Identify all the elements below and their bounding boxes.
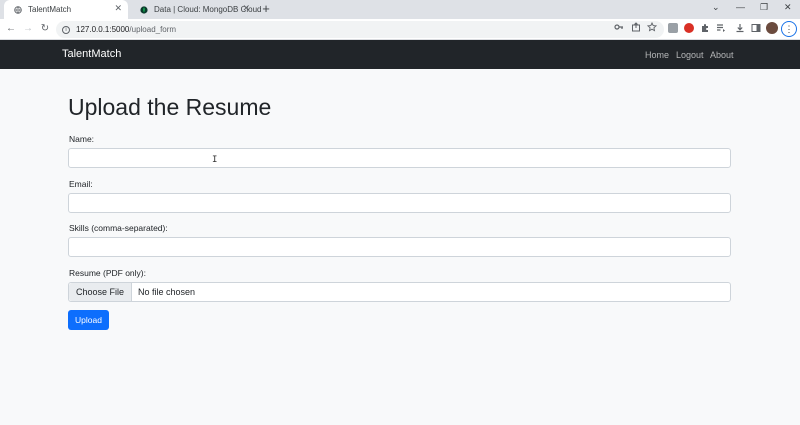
resume-file-input[interactable]: Choose File No file chosen xyxy=(68,282,731,302)
browser-toolbar: ← → ↻ i 127.0.0.1:5000/upload_form ⋮ xyxy=(0,19,800,40)
star-icon[interactable] xyxy=(646,21,658,34)
tab-title: TalentMatch xyxy=(28,5,72,14)
new-tab-button[interactable]: + xyxy=(259,1,273,17)
nav-link-about[interactable]: About xyxy=(710,50,734,60)
share-icon[interactable] xyxy=(631,22,641,34)
file-status-text: No file chosen xyxy=(138,287,196,297)
resume-label: Resume (PDF only): xyxy=(69,268,146,278)
nav-link-home[interactable]: Home xyxy=(645,50,669,60)
email-input[interactable] xyxy=(68,193,731,213)
close-tab-icon[interactable]: ✕ xyxy=(114,3,122,14)
url-path: /upload_form xyxy=(129,25,177,34)
browser-tab-strip: TalentMatch ✕ Data | Cloud: MongoDB Clou… xyxy=(0,0,800,19)
page-title: Upload the Resume xyxy=(68,94,272,120)
download-icon[interactable] xyxy=(735,23,745,33)
upload-button[interactable]: Upload xyxy=(68,310,109,330)
reading-list-icon[interactable] xyxy=(716,23,726,33)
minimize-button[interactable]: — xyxy=(736,2,745,12)
name-label: Name: xyxy=(69,134,95,144)
close-window-button[interactable]: ✕ xyxy=(784,2,792,13)
navbar-brand[interactable]: TalentMatch xyxy=(62,48,121,60)
puzzle-icon[interactable] xyxy=(700,23,710,33)
back-button[interactable]: ← xyxy=(4,22,18,36)
email-label: Email: xyxy=(69,179,93,189)
address-url: 127.0.0.1:5000/upload_form xyxy=(76,25,176,34)
tab-search-chevron-icon[interactable]: ⌄ xyxy=(712,2,720,13)
skills-input[interactable] xyxy=(68,237,731,257)
extension-1-icon[interactable] xyxy=(668,23,678,33)
address-bar[interactable]: i 127.0.0.1:5000/upload_form xyxy=(56,21,664,38)
globe-icon xyxy=(14,5,22,14)
key-icon[interactable] xyxy=(614,22,624,34)
profile-avatar[interactable] xyxy=(766,22,778,34)
side-panel-icon[interactable] xyxy=(751,23,761,33)
site-info-icon[interactable]: i xyxy=(62,25,70,34)
restore-button[interactable]: ❐ xyxy=(760,2,768,13)
extension-2-icon[interactable] xyxy=(684,23,694,33)
text-cursor-icon: I xyxy=(212,155,218,165)
reload-button[interactable]: ↻ xyxy=(38,22,52,36)
skills-label: Skills (comma-separated): xyxy=(69,223,168,233)
site-navbar: TalentMatch Home Logout About xyxy=(0,40,800,69)
url-host: 127.0.0.1:5000 xyxy=(76,25,130,34)
chrome-menu-button[interactable]: ⋮ xyxy=(781,21,797,37)
tab-talentmatch[interactable]: TalentMatch ✕ xyxy=(4,0,128,19)
choose-file-button[interactable]: Choose File xyxy=(69,283,133,301)
name-input[interactable] xyxy=(68,148,731,168)
tab-mongodb[interactable]: Data | Cloud: MongoDB Cloud ✕ xyxy=(130,0,261,19)
close-tab-icon[interactable]: ✕ xyxy=(242,3,250,14)
forward-button[interactable]: → xyxy=(21,22,35,36)
nav-link-logout[interactable]: Logout xyxy=(676,50,704,60)
mongodb-leaf-icon xyxy=(140,5,148,14)
